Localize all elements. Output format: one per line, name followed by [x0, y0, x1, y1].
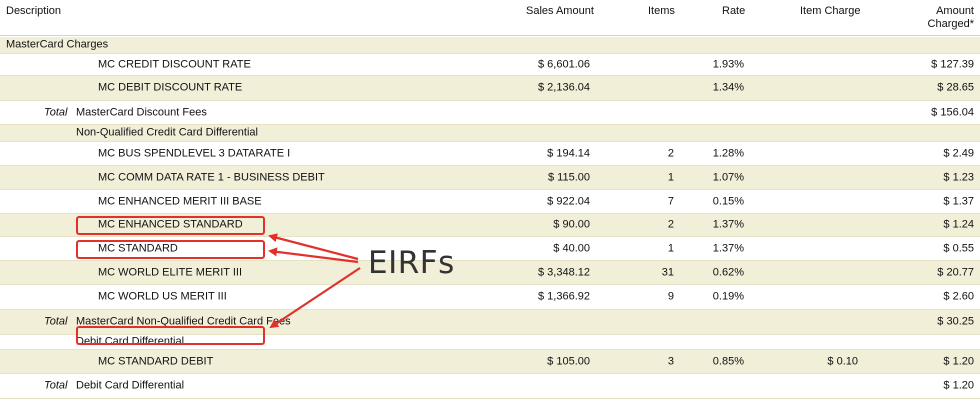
header-item-charge: Item Charge: [800, 5, 861, 17]
row-description: MC CREDIT DISCOUNT RATE: [98, 58, 251, 70]
amount-charged-cell: $ 1.20: [943, 379, 974, 392]
sales-amount-cell: $ 194.14: [547, 147, 590, 159]
sales-amount-cell: $ 105.00: [547, 355, 590, 367]
amount-charged-cell: $ 1.37: [943, 195, 974, 207]
rate-cell: 0.85%: [712, 355, 744, 367]
eirf-highlight-box: [76, 240, 265, 259]
table-row: MC WORLD ELITE MERIT III $ 3,348.12 31 0.62…: [0, 261, 980, 285]
amount-charged-cell: $ 20.77: [937, 266, 974, 278]
amount-charged-cell: $ 156.04: [931, 106, 974, 118]
total-row: Total MasterCard Discount Fees $ 156.04: [0, 101, 980, 125]
header-description: Description: [6, 5, 62, 17]
sales-amount-cell: $ 922.04: [547, 195, 590, 207]
sales-amount-cell: $ 3,348.12: [538, 266, 590, 278]
items-cell: 2: [667, 218, 674, 231]
row-description: MC COMM DATA RATE 1 - BUSINESS DEBIT: [98, 171, 325, 183]
amount-charged-cell: $ 0.55: [943, 242, 974, 254]
amount-charged-cell: $ 28.65: [937, 81, 974, 94]
rate-cell: 1.28%: [712, 147, 744, 159]
row-description: MC BUS SPENDLEVEL 3 DATARATE I: [98, 147, 291, 159]
total-row: Total Debit Card Differential $ 1.20: [0, 374, 980, 399]
items-cell: 3: [667, 355, 674, 367]
amount-charged-cell: $ 30.25: [937, 315, 974, 328]
table-row: MasterCard Charges: [0, 37, 980, 54]
row-description: MC ENHANCED MERIT III BASE: [98, 195, 262, 207]
header-amount-charged: Amount Charged*: [927, 5, 974, 30]
row-description: MC STANDARD DEBIT: [98, 355, 214, 367]
sales-amount-cell: $ 1,366.92: [538, 290, 590, 303]
items-cell: 1: [667, 171, 674, 183]
sales-amount-cell: $ 6,601.06: [538, 58, 590, 70]
rate-cell: 1.93%: [712, 58, 744, 70]
amount-charged-cell: $ 1.24: [943, 218, 974, 231]
row-description: MC WORLD US MERIT III: [98, 290, 227, 303]
eirf-highlight-box: [76, 326, 265, 345]
rate-cell: 1.07%: [712, 171, 744, 183]
rate-cell: 0.62%: [712, 266, 744, 278]
items-cell: 9: [667, 290, 674, 303]
sales-amount-cell: $ 90.00: [553, 218, 590, 231]
row-description: MC WORLD ELITE MERIT III: [98, 266, 243, 278]
items-cell: 2: [667, 147, 674, 159]
row-description: MC DEBIT DISCOUNT RATE: [98, 81, 243, 94]
items-cell: 1: [667, 242, 674, 254]
table-row: MC DEBIT DISCOUNT RATE $ 2,136.04 1.34% $ 2…: [0, 76, 980, 101]
sales-amount-cell: $ 40.00: [553, 242, 590, 254]
rate-cell: 1.34%: [712, 81, 744, 94]
row-description: MasterCard Discount Fees: [76, 106, 207, 118]
rate-cell: 0.19%: [712, 290, 744, 303]
amount-charged-cell: $ 2.60: [943, 290, 974, 303]
eirf-highlight-box: [76, 216, 265, 235]
total-marker: Total: [44, 315, 68, 328]
header-items: Items: [648, 5, 675, 17]
eirfs-annotation-label: EIRFs: [368, 245, 455, 281]
table-row: MC WORLD US MERIT III $ 1,366.92 9 0.19% $ 2…: [0, 285, 980, 310]
table-row: MC CREDIT DISCOUNT RATE $ 6,601.06 1.93% $ …: [0, 54, 980, 76]
header-sales-amount: Sales Amount: [526, 5, 594, 17]
table-row: MC ENHANCED MERIT III BASE $ 922.04 7 0.15%…: [0, 190, 980, 214]
total-marker: Total: [44, 106, 68, 118]
row-description: Debit Card Differential: [76, 379, 185, 392]
amount-charged-cell: $ 2.49: [943, 147, 974, 159]
rate-cell: 1.37%: [712, 218, 744, 231]
total-marker: Total: [44, 379, 68, 392]
rate-cell: 1.37%: [712, 242, 744, 254]
rate-cell: 0.15%: [712, 195, 744, 207]
table-row: MC BUS SPENDLEVEL 3 DATARATE I $ 194.14 2 1…: [0, 142, 980, 166]
row-description: Non-Qualified Credit Card Differential: [76, 126, 258, 139]
table-row: MC STANDARD DEBIT $ 105.00 3 0.85% $ 0.10 $ 1…: [0, 350, 980, 374]
table-row: Non-Qualified Credit Card Differential: [0, 125, 980, 142]
table-row: MC COMM DATA RATE 1 - BUSINESS DEBIT $ 11…: [0, 166, 980, 190]
amount-charged-cell: $ 1.20: [943, 355, 974, 367]
row-description: MasterCard Charges: [6, 38, 109, 51]
table-header: Description Sales Amount Items Rate Item…: [0, 0, 980, 36]
sales-amount-cell: $ 2,136.04: [538, 81, 590, 94]
amount-charged-cell: $ 1.23: [943, 171, 974, 183]
sales-amount-cell: $ 115.00: [547, 171, 590, 183]
items-cell: 7: [667, 195, 674, 207]
header-rate: Rate: [722, 5, 746, 17]
item-charge-cell: $ 0.10: [827, 355, 858, 367]
amount-charged-cell: $ 127.39: [931, 58, 974, 70]
items-cell: 31: [661, 266, 674, 278]
